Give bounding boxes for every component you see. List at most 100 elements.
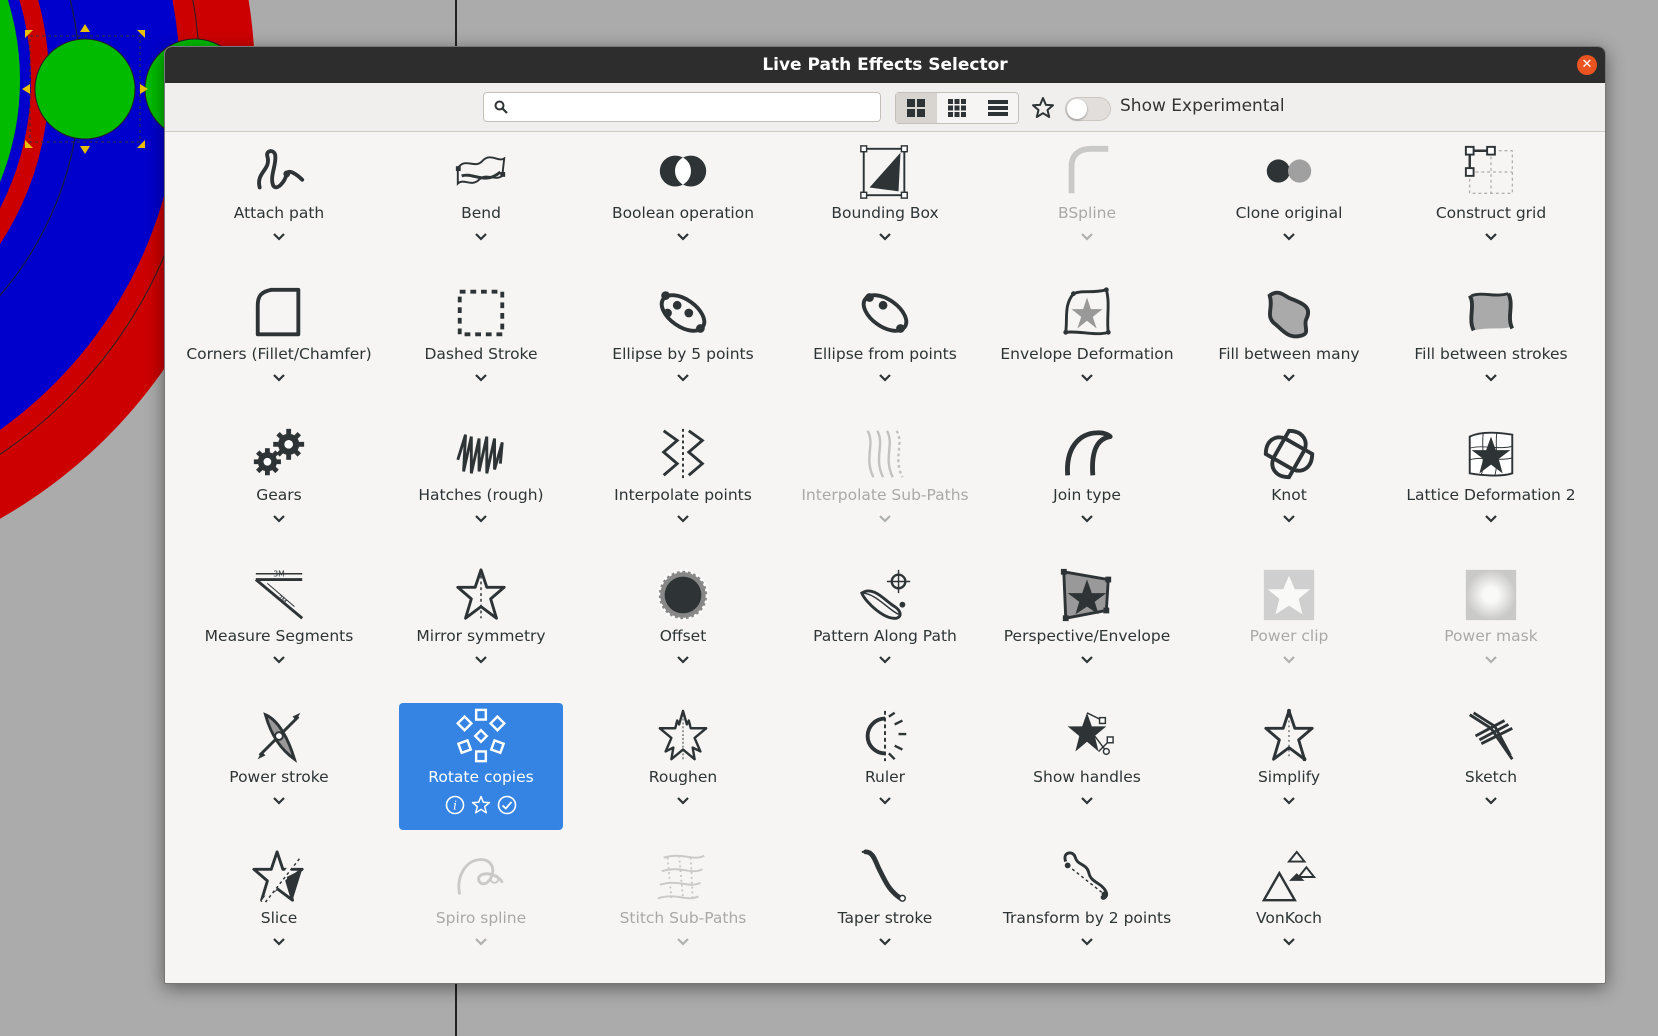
effect-item[interactable]: Dashed Stroke [380, 280, 582, 421]
chevron-down-icon[interactable] [473, 232, 489, 242]
effect-card[interactable]: Power clip [1207, 562, 1371, 689]
effect-card[interactable]: Hatches (rough) [399, 421, 563, 548]
effect-item[interactable]: Rotate copies i [380, 703, 582, 844]
effect-item[interactable]: Corners (Fillet/Chamfer) [178, 280, 380, 421]
chevron-down-icon[interactable] [877, 514, 893, 524]
chevron-down-icon[interactable] [473, 655, 489, 665]
effect-item[interactable]: Lattice Deformation 2 [1390, 421, 1592, 562]
chevron-down-icon[interactable] [877, 655, 893, 665]
effect-item[interactable]: Bounding Box [784, 139, 986, 280]
effect-item[interactable]: Bend [380, 139, 582, 280]
effect-item[interactable]: Envelope Deformation [986, 280, 1188, 421]
effect-card[interactable]: Power stroke [197, 703, 361, 830]
effect-card[interactable]: Show handles [1005, 703, 1169, 830]
effect-item[interactable]: Power clip [1188, 562, 1390, 703]
chevron-down-icon[interactable] [877, 373, 893, 383]
effect-item[interactable]: Slice [178, 844, 380, 983]
chevron-down-icon[interactable] [675, 232, 691, 242]
effect-item[interactable]: Stitch Sub-Paths [582, 844, 784, 983]
effect-item[interactable]: Join type [986, 421, 1188, 562]
effect-item[interactable]: Interpolate points [582, 421, 784, 562]
chevron-down-icon[interactable] [1079, 514, 1095, 524]
effect-card[interactable]: Attach path [197, 139, 361, 266]
effect-card[interactable]: Ellipse by 5 points [601, 280, 765, 407]
effect-item[interactable]: VonKoch [1188, 844, 1390, 983]
chevron-down-icon[interactable] [1281, 232, 1297, 242]
effect-card[interactable]: Dashed Stroke [399, 280, 563, 407]
chevron-down-icon[interactable] [1483, 514, 1499, 524]
effect-item[interactable]: Ellipse from points [784, 280, 986, 421]
effect-item[interactable]: Spiro spline [380, 844, 582, 983]
favorites-filter-button[interactable] [1028, 93, 1058, 123]
search-input[interactable] [514, 95, 878, 121]
effect-item[interactable]: Boolean operation [582, 139, 784, 280]
chevron-down-icon[interactable] [1483, 796, 1499, 806]
effect-card[interactable]: VonKoch [1207, 844, 1371, 971]
chevron-down-icon[interactable] [1281, 373, 1297, 383]
chevron-down-icon[interactable] [1281, 937, 1297, 947]
effect-card[interactable]: Boolean operation [601, 139, 765, 266]
chevron-down-icon[interactable] [271, 655, 287, 665]
chevron-down-icon[interactable] [675, 796, 691, 806]
effect-card[interactable]: Interpolate points [601, 421, 765, 548]
effect-card[interactable]: Fill between many [1207, 280, 1371, 407]
effect-card[interactable]: Power mask [1409, 562, 1573, 689]
chevron-down-icon[interactable] [271, 514, 287, 524]
effect-card[interactable]: Gears [197, 421, 361, 548]
effect-card[interactable]: Mirror symmetry [399, 562, 563, 689]
chevron-down-icon[interactable] [271, 373, 287, 383]
effect-item[interactable]: Simplify [1188, 703, 1390, 844]
effect-card[interactable]: Slice [197, 844, 361, 971]
chevron-down-icon[interactable] [877, 796, 893, 806]
chevron-down-icon[interactable] [675, 514, 691, 524]
check-icon[interactable] [497, 795, 517, 815]
show-experimental-toggle[interactable] [1065, 97, 1111, 121]
effect-card[interactable]: BSpline [1005, 139, 1169, 266]
chevron-down-icon[interactable] [1281, 796, 1297, 806]
effect-item[interactable]: Attach path [178, 139, 380, 280]
selected-green-circle[interactable] [34, 38, 136, 140]
effect-card[interactable]: Knot [1207, 421, 1371, 548]
effect-item[interactable]: Show handles [986, 703, 1188, 844]
chevron-down-icon[interactable] [675, 373, 691, 383]
effect-card[interactable]: 3M 2M Measure Segments [197, 562, 361, 689]
effect-item[interactable]: Interpolate Sub-Paths [784, 421, 986, 562]
effect-card[interactable]: Taper stroke [803, 844, 967, 971]
search-box[interactable] [483, 92, 881, 122]
star-icon[interactable] [471, 795, 491, 815]
chevron-down-icon[interactable] [1483, 655, 1499, 665]
close-button[interactable]: ✕ [1577, 55, 1597, 75]
effect-card[interactable]: Transform by 2 points [1003, 844, 1171, 971]
effect-card-selected[interactable]: Rotate copies i [399, 703, 563, 830]
effect-item[interactable]: 3M 2M Measure Segments [178, 562, 380, 703]
effect-item[interactable]: Mirror symmetry [380, 562, 582, 703]
effect-item[interactable]: Power stroke [178, 703, 380, 844]
effect-item[interactable]: Roughen [582, 703, 784, 844]
effect-item[interactable]: Ellipse by 5 points [582, 280, 784, 421]
list-view-button[interactable] [977, 93, 1018, 123]
effect-item[interactable]: Ruler [784, 703, 986, 844]
chevron-down-icon[interactable] [1281, 514, 1297, 524]
effect-item[interactable]: Pattern Along Path [784, 562, 986, 703]
chevron-down-icon[interactable] [473, 937, 489, 947]
chevron-down-icon[interactable] [1079, 655, 1095, 665]
chevron-down-icon[interactable] [1079, 796, 1095, 806]
large-grid-view-button[interactable] [896, 93, 937, 123]
chevron-down-icon[interactable] [1281, 655, 1297, 665]
effect-card[interactable]: Interpolate Sub-Paths [801, 421, 969, 548]
chevron-down-icon[interactable] [1483, 373, 1499, 383]
effect-card[interactable]: Fill between strokes [1409, 280, 1573, 407]
chevron-down-icon[interactable] [1079, 937, 1095, 947]
effect-item[interactable]: Fill between strokes [1390, 280, 1592, 421]
chevron-down-icon[interactable] [1079, 373, 1095, 383]
info-icon[interactable]: i [445, 795, 465, 815]
chevron-down-icon[interactable] [877, 937, 893, 947]
effect-item[interactable]: Gears [178, 421, 380, 562]
chevron-down-icon[interactable] [271, 796, 287, 806]
effect-item[interactable]: Power mask [1390, 562, 1592, 703]
effect-card[interactable]: Simplify [1207, 703, 1371, 830]
effect-card[interactable]: Ellipse from points [803, 280, 967, 407]
effect-item[interactable]: Offset [582, 562, 784, 703]
effect-card[interactable]: Pattern Along Path [803, 562, 967, 689]
effect-item[interactable]: Perspective/Envelope [986, 562, 1188, 703]
